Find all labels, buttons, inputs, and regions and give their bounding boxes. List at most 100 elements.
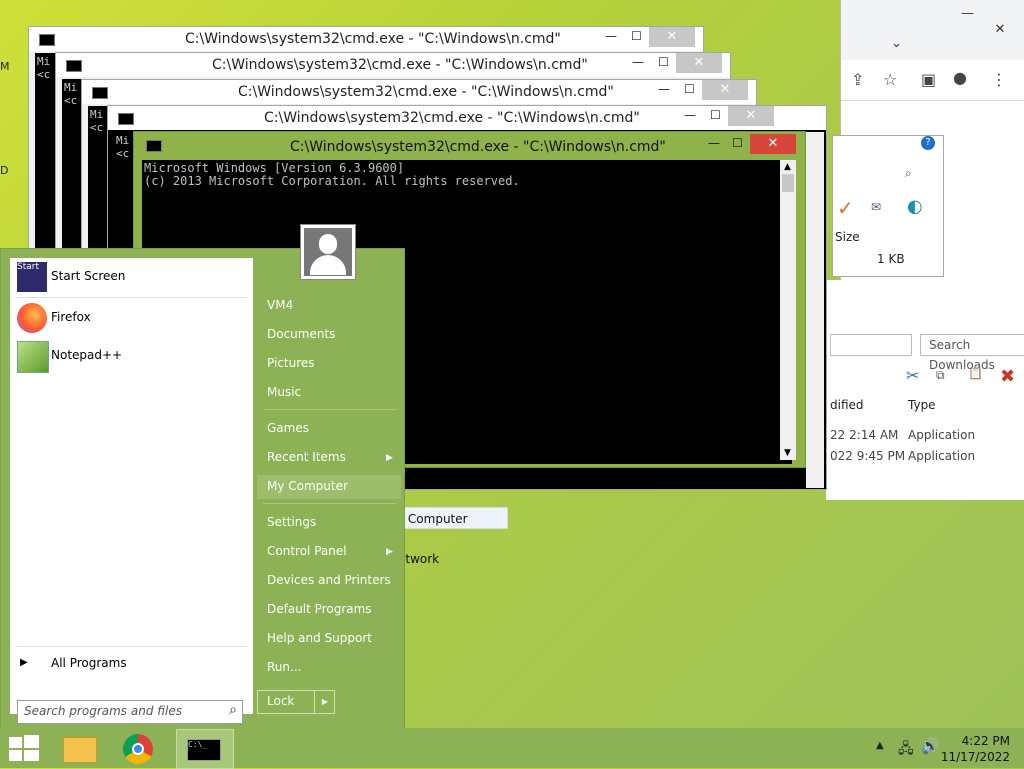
all-programs-label: All Programs [51, 656, 127, 670]
clock-date: 11/17/2022 [940, 750, 1010, 764]
console-line: (c) 2013 Microsoft Corporation. All righ… [144, 174, 520, 188]
menu-item-control-panel[interactable]: Control Panel [267, 544, 347, 558]
shell-icon[interactable]: ◐ [907, 196, 923, 217]
modified-column-header[interactable]: dified [830, 398, 864, 412]
scroll-down-icon[interactable]: ▼ [784, 448, 791, 458]
menu-item-settings[interactable]: Settings [267, 515, 316, 529]
program-notepad-plus-plus[interactable]: Notepad++ [15, 339, 245, 373]
volume-icon[interactable]: 🔊 [921, 737, 940, 755]
close-button[interactable]: ✕ [750, 134, 796, 154]
cmd-caption[interactable]: C:\Windows\system32\cmd.exe - "C:\Window… [108, 106, 826, 130]
menu-item-music[interactable]: Music [267, 385, 301, 399]
menu-icon[interactable]: ⋮ [991, 70, 1007, 89]
taskbar-explorer[interactable] [57, 729, 105, 767]
file-date: 022 9:45 PM [830, 449, 906, 463]
maximize-icon[interactable]: ☐ [631, 29, 642, 43]
scrollbar[interactable] [806, 132, 824, 488]
star-icon[interactable]: ☆ [883, 70, 897, 89]
type-column-header[interactable]: Type [908, 398, 936, 412]
show-hidden-icons-icon[interactable]: ▲ [876, 740, 884, 751]
scroll-thumb[interactable] [782, 174, 794, 192]
close-button[interactable]: ✕ [977, 20, 1023, 40]
cmd-icon [146, 140, 162, 152]
search-icon[interactable]: ⌕ [229, 702, 237, 718]
scrollbar[interactable]: ▲ ▼ [780, 160, 796, 460]
share-icon[interactable]: ⇪ [851, 70, 864, 89]
maximize-icon[interactable]: ☐ [732, 136, 743, 150]
minimize-icon[interactable]: — [632, 55, 644, 69]
menu-item-pictures[interactable]: Pictures [267, 356, 315, 370]
submenu-arrow-icon: ▶ [386, 453, 393, 463]
menu-item-recent-items[interactable]: Recent Items [267, 450, 346, 464]
address-refresh[interactable] [830, 334, 912, 356]
taskbar-cmd[interactable]: C:\_ [176, 729, 234, 769]
explorer-window-upper: ? ⌕ ✓ ✉ ◐ Size 1 KB [832, 135, 944, 277]
lock-button[interactable]: Lock ▶ [257, 690, 335, 714]
network-icon[interactable]: 🖧 [898, 738, 914, 762]
chevron-down-icon[interactable]: ⌄ [891, 36, 902, 51]
close-button[interactable]: ✕ [702, 80, 748, 100]
close-button[interactable]: ✕ [649, 27, 695, 47]
cmd-title: C:\Windows\system32\cmd.exe - "C:\Window… [212, 57, 588, 73]
clock-time: 4:22 PM [961, 734, 1010, 748]
divider [15, 646, 247, 647]
sidebar-icon[interactable]: ▣ [921, 70, 936, 89]
menu-item-documents[interactable]: Documents [267, 327, 335, 341]
program-start-screen[interactable]: Start Start Screen [15, 260, 245, 294]
cmd-caption[interactable]: C:\Windows\system32\cmd.exe - "C:\Window… [82, 80, 756, 104]
program-label: Start Screen [51, 269, 126, 283]
program-firefox[interactable]: Firefox [15, 301, 245, 335]
maximize-icon[interactable]: ☐ [710, 108, 721, 122]
scroll-up-icon[interactable]: ▲ [784, 162, 791, 172]
profile-icon[interactable]: ● [953, 68, 967, 87]
menu-item-my-computer[interactable]: My Computer [267, 479, 348, 493]
paste-icon[interactable]: 📋 [968, 366, 983, 380]
explorer-search-input[interactable]: Search Downloads [920, 334, 1024, 372]
chrome-icon [123, 734, 153, 764]
system-clock[interactable]: 4:22 PM 11/17/2022 [941, 733, 1010, 765]
program-label: Notepad++ [51, 348, 123, 362]
cut-icon[interactable]: ✂ [906, 366, 919, 385]
taskbar-chrome[interactable] [114, 729, 162, 767]
minimize-icon[interactable]: — [605, 29, 617, 43]
maximize-icon[interactable]: ☐ [684, 82, 695, 96]
menu-item-devices-and-printers[interactable]: Devices and Printers [267, 573, 391, 587]
divider [263, 503, 397, 504]
menu-item-user[interactable]: VM4 [267, 298, 293, 312]
cmd-caption[interactable]: C:\Windows\system32\cmd.exe - "C:\Window… [29, 27, 703, 51]
search-icon[interactable]: ⌕ [905, 166, 912, 181]
menu-item-help-and-support[interactable]: Help and Support [267, 631, 372, 645]
envelope-icon[interactable]: ✉ [871, 200, 881, 214]
user-avatar[interactable] [300, 224, 356, 280]
help-icon[interactable]: ? [921, 136, 935, 150]
triangle-right-icon: ▶ [20, 657, 28, 668]
minimize-icon[interactable]: — [658, 82, 670, 96]
maximize-icon[interactable]: ☐ [658, 55, 669, 69]
minimize-icon[interactable]: — [684, 108, 696, 122]
cmd-title: C:\Windows\system32\cmd.exe - "C:\Window… [290, 139, 666, 155]
size-column-header[interactable]: Size [835, 230, 860, 244]
menu-item-games[interactable]: Games [267, 421, 309, 435]
minimize-icon[interactable]: — [708, 136, 720, 150]
cmd-icon [92, 87, 108, 99]
cmd-icon [39, 34, 55, 46]
lock-options-arrow-icon[interactable]: ▶ [314, 691, 335, 713]
start-search-input[interactable]: Search programs and files ⌕ [17, 700, 243, 724]
cmd-caption[interactable]: C:\Windows\system32\cmd.exe - "C:\Window… [56, 53, 730, 77]
explorer-window-lower: Search Downloads ✂ ⧉ 📋 ✖ dified Type 22 … [826, 280, 1024, 500]
cmd-icon [66, 60, 82, 72]
all-programs[interactable]: ▶ All Programs [20, 656, 240, 678]
close-button[interactable]: ✕ [676, 53, 722, 73]
copy-icon[interactable]: ⧉ [936, 368, 945, 383]
delete-icon[interactable]: ✖ [1000, 366, 1015, 387]
minimize-icon[interactable]: — [961, 6, 974, 21]
start-button[interactable] [0, 729, 48, 767]
desktop-icon-label-fragment: D [0, 164, 9, 177]
close-button[interactable]: ✕ [728, 106, 774, 126]
start-menu: Start Start Screen Firefox Notepad++ ▶ A… [0, 248, 405, 730]
check-icon[interactable]: ✓ [837, 196, 854, 220]
cmd-icon: C:\_ [187, 739, 221, 761]
browser-tab-bar: — ✕ ⌄ [841, 0, 1024, 60]
menu-item-default-programs[interactable]: Default Programs [267, 602, 372, 616]
menu-item-run[interactable]: Run... [267, 660, 301, 674]
